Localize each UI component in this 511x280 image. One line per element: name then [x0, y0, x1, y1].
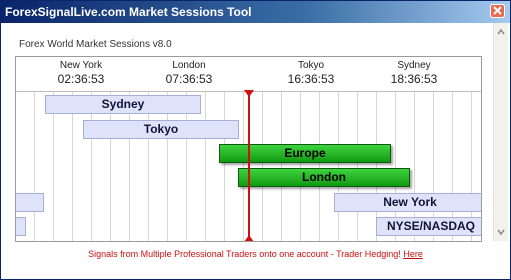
clock-city-tokyo: Tokyo: [297, 60, 325, 71]
clock-header: New York 02:36:53 London 07:36:53 Tokyo …: [16, 57, 481, 91]
session-bar-tokyo: Tokyo: [83, 120, 239, 139]
session-label-new-york: New York: [383, 195, 437, 209]
session-label-sydney: Sydney: [101, 97, 145, 111]
session-bar-nyse-nasdaq-wrap: [16, 217, 26, 236]
sessions-panel: New York 02:36:53 London 07:36:53 Tokyo …: [15, 56, 482, 242]
clock-time-new-york: 02:36:53: [57, 72, 105, 86]
session-label-europe: Europe: [284, 146, 326, 160]
arrow-up-icon[interactable]: [496, 27, 506, 37]
clock-city-london: London: [172, 60, 206, 71]
clock-time-sydney: 18:36:53: [390, 72, 438, 86]
vertical-scrollbar[interactable]: [493, 23, 508, 241]
footer-link[interactable]: Here: [403, 249, 423, 259]
arrow-down-icon[interactable]: [496, 227, 506, 237]
session-bar-nyse-nasdaq: NYSE/NASDAQ: [376, 217, 481, 236]
footer-text: Signals from Multiple Professional Trade…: [88, 249, 401, 259]
content-area: Forex World Market Sessions v8.0 New Yor…: [3, 23, 508, 277]
session-bar-london: London: [238, 168, 410, 187]
session-bar-new-york-wrap: [16, 193, 44, 212]
app-window: ForexSignalLive.com Market Sessions Tool…: [0, 0, 511, 280]
session-label-nyse-nasdaq: NYSE/NASDAQ: [386, 219, 475, 233]
window-title: ForexSignalLive.com Market Sessions Tool: [5, 5, 252, 19]
session-label-london: London: [302, 170, 346, 184]
close-icon: [493, 6, 502, 15]
footer-promo: Signals from Multiple Professional Trade…: [3, 249, 508, 259]
app-subtitle: Forex World Market Sessions v8.0: [19, 39, 172, 50]
session-bar-europe: Europe: [219, 144, 391, 163]
close-button[interactable]: [490, 4, 505, 18]
current-time-marker-bottom: [244, 235, 254, 241]
session-bar-new-york: New York: [334, 193, 481, 212]
clock-city-sydney: Sydney: [397, 60, 431, 71]
title-bar[interactable]: ForexSignalLive.com Market Sessions Tool: [1, 1, 510, 23]
current-time-line: [248, 91, 250, 241]
clock-time-tokyo: 16:36:53: [287, 72, 335, 86]
session-bar-sydney: Sydney: [45, 95, 201, 114]
session-label-tokyo: Tokyo: [143, 122, 179, 136]
clock-city-new-york: New York: [59, 60, 103, 71]
clock-time-london: 07:36:53: [165, 72, 213, 86]
